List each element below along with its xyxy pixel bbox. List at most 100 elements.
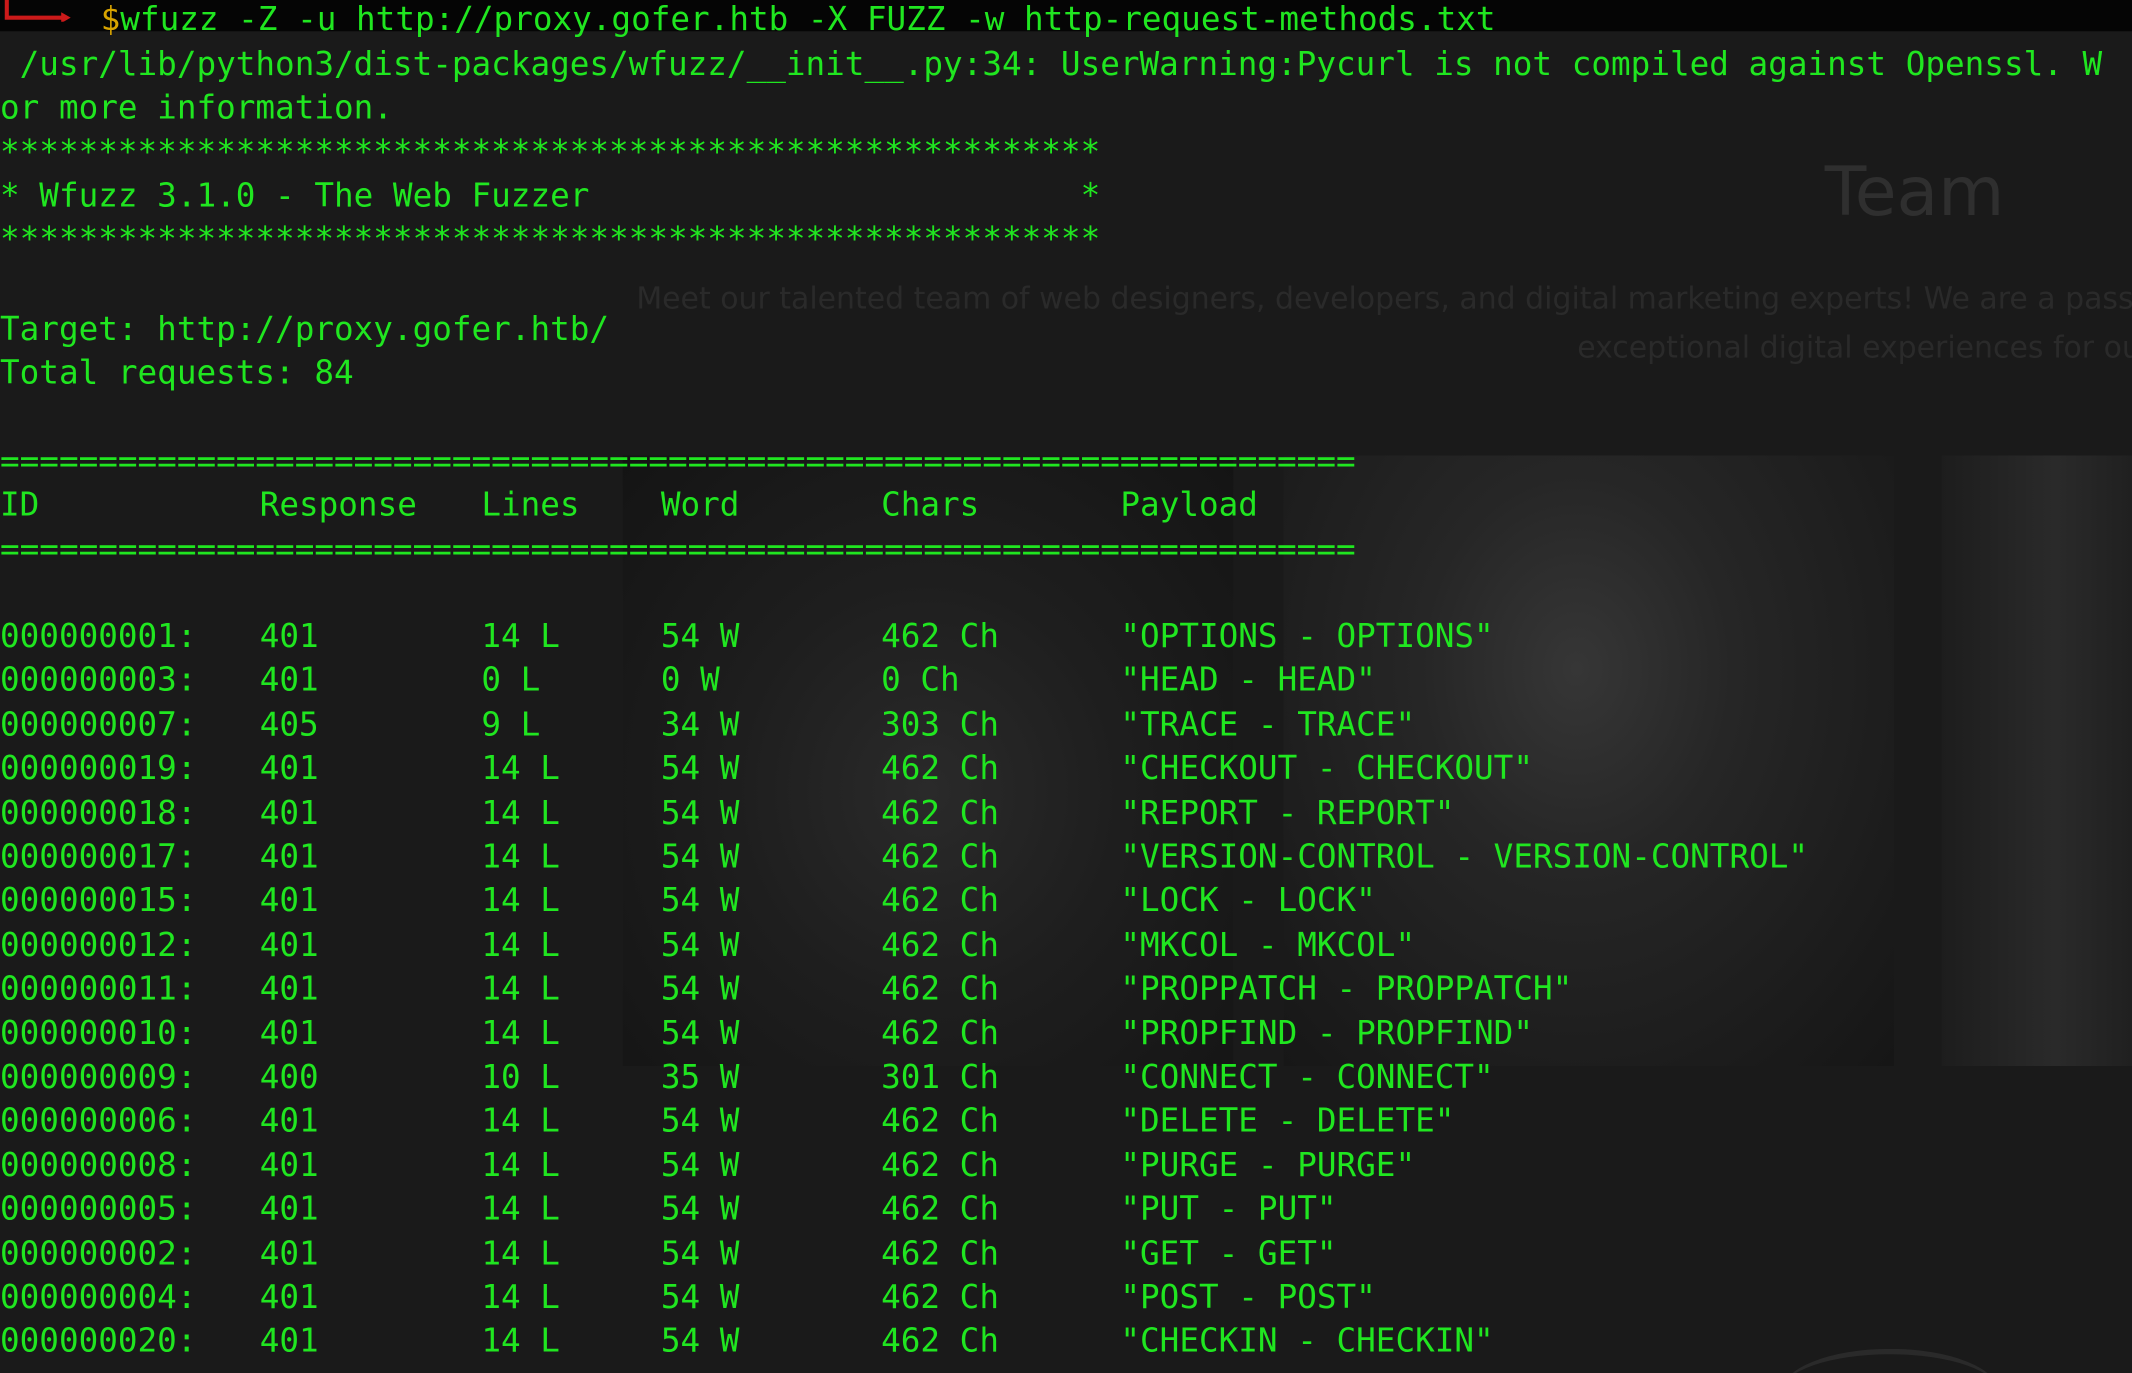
result-chars: 462 Ch bbox=[881, 925, 999, 964]
result-response: 401 bbox=[259, 661, 319, 700]
result-id: 000000011: bbox=[0, 969, 197, 1008]
banner-text: * Wfuzz 3.1.0 - The Web Fuzzer * bbox=[0, 176, 1101, 215]
result-payload: "REPORT - REPORT" bbox=[1120, 793, 1455, 832]
result-id: 000000007: bbox=[0, 705, 197, 744]
result-id: 000000017: bbox=[0, 837, 197, 876]
header-chars: Chars bbox=[881, 485, 980, 524]
result-id: 000000009: bbox=[0, 1057, 197, 1096]
result-lines: 10 L bbox=[481, 1057, 560, 1096]
header-lines: Lines bbox=[481, 485, 580, 524]
result-chars: 462 Ch bbox=[881, 1278, 999, 1317]
result-payload: "OPTIONS - OPTIONS" bbox=[1120, 617, 1494, 656]
table-row: 000000010: 401 14 L 54 W 462 Ch "PROPFIND - P… bbox=[0, 1011, 2132, 1055]
result-word: 54 W bbox=[660, 881, 740, 920]
result-word: 54 W bbox=[660, 969, 740, 1008]
result-word: 54 W bbox=[660, 749, 740, 788]
result-lines: 14 L bbox=[481, 749, 560, 788]
header-id: ID bbox=[0, 485, 40, 524]
table-separator: ========================================… bbox=[0, 441, 1356, 480]
warning-line: or more information. bbox=[0, 88, 393, 127]
target-line: Target: http://proxy.gofer.htb/ bbox=[0, 310, 610, 349]
result-chars: 462 Ch bbox=[881, 1189, 999, 1229]
result-chars: 462 Ch bbox=[881, 749, 999, 788]
results-header-row: ID Response Lines Word Chars Payload bbox=[0, 483, 2132, 527]
result-word: 35 W bbox=[660, 1057, 740, 1096]
result-response: 401 bbox=[259, 969, 319, 1008]
result-id: 000000019: bbox=[0, 749, 197, 788]
result-response: 401 bbox=[259, 837, 319, 876]
table-row: 000000003: 401 0 L 0 W 0 Ch "HEAD - HEAD" bbox=[0, 659, 2132, 703]
result-word: 54 W bbox=[660, 837, 740, 876]
result-payload: "DELETE - DELETE" bbox=[1120, 1101, 1455, 1140]
result-lines: 14 L bbox=[481, 1234, 560, 1273]
result-lines: 14 L bbox=[481, 1013, 560, 1052]
result-chars: 0 Ch bbox=[881, 661, 960, 700]
result-chars: 462 Ch bbox=[881, 881, 999, 920]
table-row: 000000017: 401 14 L 54 W 462 Ch "VERSION-CONT… bbox=[0, 835, 2132, 879]
result-response: 401 bbox=[259, 925, 319, 964]
table-row: 000000001: 401 14 L 54 W 462 Ch "OPTIONS - OP… bbox=[0, 615, 2132, 659]
result-lines: 14 L bbox=[481, 925, 560, 964]
result-response: 401 bbox=[259, 793, 319, 832]
result-chars: 301 Ch bbox=[881, 1057, 999, 1096]
result-lines: 0 L bbox=[481, 661, 541, 700]
result-word: 34 W bbox=[660, 705, 740, 744]
result-response: 401 bbox=[259, 1189, 319, 1229]
result-word: 54 W bbox=[660, 1101, 740, 1140]
result-chars: 462 Ch bbox=[881, 1013, 999, 1052]
result-lines: 14 L bbox=[481, 1101, 560, 1140]
prompt-symbol: $ bbox=[100, 0, 121, 39]
result-lines: 14 L bbox=[481, 617, 560, 656]
table-row: 000000009: 400 10 L 35 W 301 Ch "CONNECT - CO… bbox=[0, 1055, 2132, 1099]
result-response: 401 bbox=[259, 617, 319, 656]
table-row: 000000002: 401 14 L 54 W 462 Ch "GET - GET" bbox=[0, 1231, 2132, 1275]
result-payload: "PURGE - PURGE" bbox=[1120, 1145, 1416, 1185]
result-payload: "LOCK - LOCK" bbox=[1120, 881, 1376, 920]
result-payload: "CHECKOUT - CHECKOUT" bbox=[1120, 749, 1533, 788]
result-chars: 462 Ch bbox=[881, 793, 999, 832]
result-response: 401 bbox=[259, 1101, 319, 1140]
result-payload: "PUT - PUT" bbox=[1120, 1189, 1337, 1229]
result-response: 401 bbox=[259, 1234, 319, 1273]
result-response: 400 bbox=[259, 1057, 319, 1096]
result-response: 401 bbox=[259, 1278, 319, 1317]
result-lines: 14 L bbox=[481, 1322, 560, 1361]
result-response: 405 bbox=[259, 705, 319, 744]
table-row: 000000012: 401 14 L 54 W 462 Ch "MKCOL - MKCO… bbox=[0, 923, 2132, 967]
result-lines: 9 L bbox=[481, 705, 541, 744]
result-payload: "GET - GET" bbox=[1120, 1234, 1337, 1273]
result-lines: 14 L bbox=[481, 881, 560, 920]
result-id: 000000020: bbox=[0, 1322, 197, 1361]
header-payload: Payload bbox=[1120, 485, 1258, 524]
command-line: $wfuzz -Z -u http://proxy.gofer.htb -X F… bbox=[101, 0, 1496, 41]
terminal-output[interactable]: $wfuzz -Z -u http://proxy.gofer.htb -X F… bbox=[0, 0, 2132, 1373]
result-payload: "PROPFIND - PROPFIND" bbox=[1120, 1013, 1533, 1052]
result-id: 000000012: bbox=[0, 925, 197, 964]
table-row: 000000018: 401 14 L 54 W 462 Ch "REPORT - REP… bbox=[0, 791, 2132, 835]
result-id: 000000005: bbox=[0, 1189, 197, 1229]
result-chars: 462 Ch bbox=[881, 969, 999, 1008]
result-response: 401 bbox=[259, 881, 319, 920]
result-chars: 462 Ch bbox=[881, 617, 999, 656]
command-text: wfuzz -Z -u http://proxy.gofer.htb -X FU… bbox=[120, 0, 1496, 39]
result-payload: "MKCOL - MKCOL" bbox=[1120, 925, 1416, 964]
warning-line: /usr/lib/python3/dist-packages/wfuzz/__i… bbox=[0, 44, 2103, 83]
result-payload: "TRACE - TRACE" bbox=[1120, 705, 1416, 744]
result-lines: 14 L bbox=[481, 1278, 560, 1317]
result-word: 54 W bbox=[660, 1145, 740, 1185]
result-id: 000000003: bbox=[0, 661, 197, 700]
table-row: 000000007: 405 9 L 34 W 303 Ch "TRACE - TRACE… bbox=[0, 703, 2132, 747]
table-row: 000000004: 401 14 L 54 W 462 Ch "POST - POST" bbox=[0, 1275, 2132, 1319]
result-id: 000000002: bbox=[0, 1234, 197, 1273]
result-word: 54 W bbox=[660, 925, 740, 964]
prompt-arrow-icon bbox=[4, 0, 71, 22]
result-id: 000000018: bbox=[0, 793, 197, 832]
result-payload: "CONNECT - CONNECT" bbox=[1120, 1057, 1494, 1096]
result-payload: "POST - POST" bbox=[1120, 1278, 1376, 1317]
table-row: 000000020: 401 14 L 54 W 462 Ch "CHECKIN - CH… bbox=[0, 1319, 2132, 1363]
result-payload: "PROPPATCH - PROPPATCH" bbox=[1120, 969, 1573, 1008]
header-response: Response bbox=[259, 485, 417, 524]
result-chars: 303 Ch bbox=[881, 705, 999, 744]
result-chars: 462 Ch bbox=[881, 837, 999, 876]
result-word: 54 W bbox=[660, 617, 740, 656]
